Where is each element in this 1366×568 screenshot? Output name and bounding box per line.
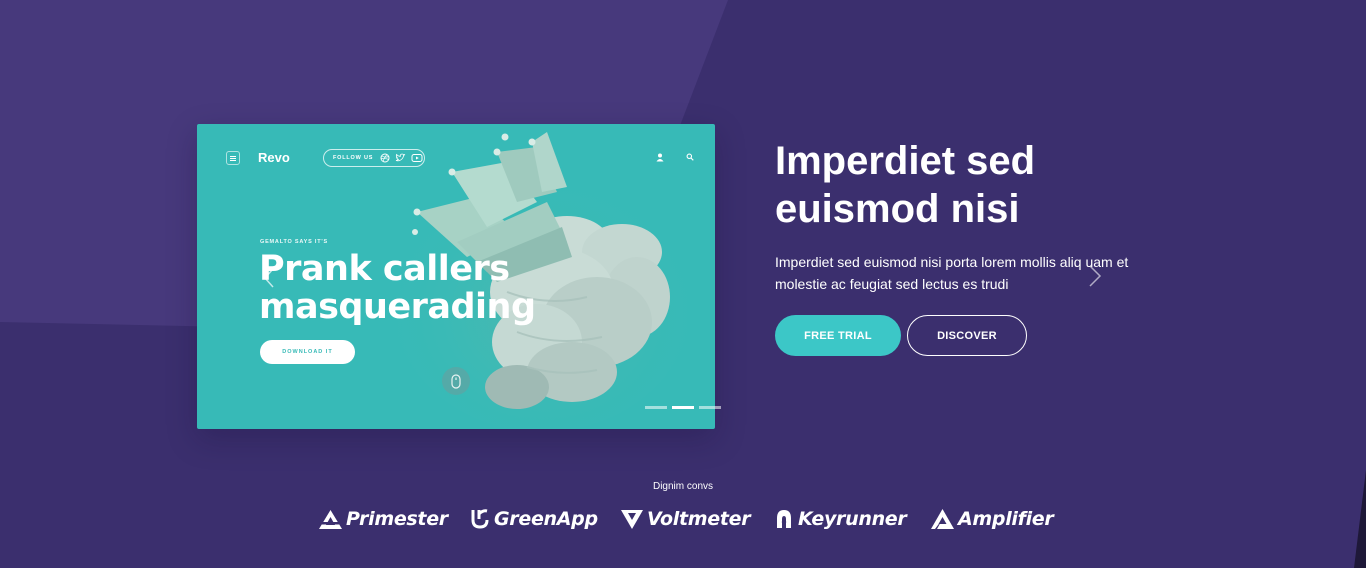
mockup-brand: Revo (258, 150, 290, 165)
chevron-left-icon[interactable] (263, 267, 275, 289)
website-mockup: Revo FOLLOW US GEMALTO SAYS IT'S Prank c… (197, 124, 715, 429)
voltmeter-label: Voltmeter (647, 508, 751, 530)
hero-description: Imperdiet sed euismod nisi porta lorem m… (775, 254, 1129, 292)
client-logo-greenapp[interactable]: GreenApp (470, 505, 598, 533)
hero-title: Imperdiet sed euismod nisi (775, 139, 1036, 231)
amplifier-label: Amplifier (958, 508, 1054, 530)
mockup-kicker: GEMALTO SAYS IT'S (260, 239, 328, 245)
client-logo-primester[interactable]: Primester (319, 505, 448, 533)
dribbble-icon (380, 153, 390, 163)
greenapp-label: GreenApp (494, 508, 598, 530)
mockup-headline: Prank callers masquerading (259, 249, 536, 327)
keyrunner-logo-icon (777, 510, 791, 528)
keyrunner-label: Keyrunner (798, 508, 907, 530)
free-trial-button[interactable]: FREE TRIAL (775, 315, 901, 356)
download-button[interactable]: DOWNLOAD IT (260, 340, 355, 364)
primester-logo-icon (319, 509, 342, 529)
client-logo-amplifier[interactable]: Amplifier (931, 505, 1054, 533)
amplifier-logo-icon (931, 509, 954, 529)
slider-dot[interactable] (699, 406, 721, 409)
search-icon (686, 153, 694, 161)
menu-icon (226, 151, 240, 165)
discover-button[interactable]: DISCOVER (907, 315, 1027, 356)
primester-label: Primester (346, 508, 448, 530)
chevron-right-icon[interactable] (1088, 264, 1102, 288)
follow-us-label: FOLLOW US (333, 155, 374, 161)
mouse-scroll-icon (442, 367, 470, 395)
client-logo-keyrunner[interactable]: Keyrunner (774, 505, 907, 533)
clients-caption: Dignim convs (652, 481, 714, 492)
voltmeter-logo-icon (621, 509, 643, 529)
greenapp-logo-icon (471, 509, 489, 529)
client-logo-voltmeter[interactable]: Voltmeter (621, 505, 751, 533)
